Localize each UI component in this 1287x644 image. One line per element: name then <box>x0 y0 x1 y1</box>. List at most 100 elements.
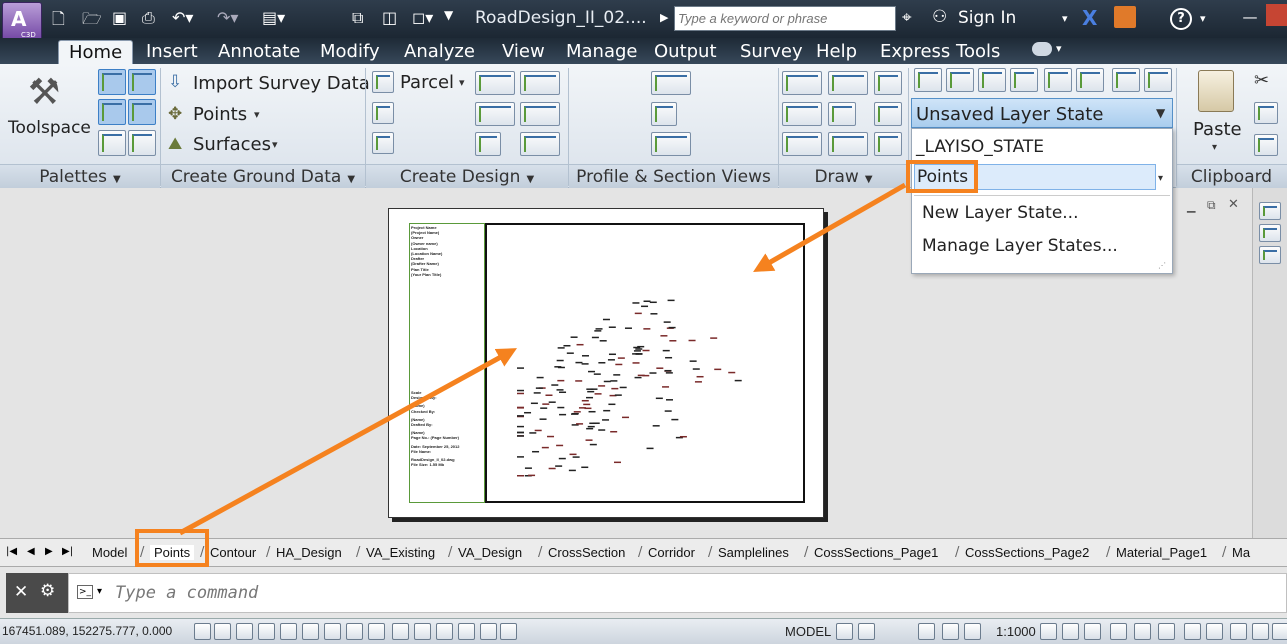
tab-annotate[interactable]: Annotate <box>208 40 310 64</box>
layer-state-item-layiso[interactable]: _LAYISO_STATE <box>916 137 1044 157</box>
status-toggle-icon[interactable] <box>1206 623 1223 640</box>
layout-tab-va_existing[interactable]: VA_Existing <box>366 545 435 560</box>
exchange-icon[interactable]: X <box>1082 6 1097 30</box>
zoom-icon[interactable] <box>1259 246 1281 264</box>
dropdown-scroll-icon[interactable]: ▾ <box>1158 173 1163 184</box>
layout-tab-cosssections_page2[interactable]: CossSections_Page2 <box>965 545 1089 560</box>
panel-menu-icon[interactable]: ▼ <box>347 174 355 185</box>
save-icon[interactable]: ▣ <box>112 8 127 27</box>
status-toggle-icon[interactable] <box>1252 623 1269 640</box>
status-toggle-icon[interactable] <box>1062 623 1079 640</box>
redo-icon[interactable]: ↷▾ <box>217 8 238 27</box>
close-partial-button[interactable] <box>1266 4 1287 26</box>
status-toggle-icon[interactable] <box>942 623 959 640</box>
viewport-close-icon[interactable]: ✕ <box>1228 197 1239 212</box>
layout-tab-contour[interactable]: Contour <box>210 545 256 560</box>
first-tab-icon[interactable]: |◀ <box>6 546 17 557</box>
sign-in-menu-icon[interactable]: ▾ <box>1062 12 1068 25</box>
surfaces-button[interactable]: Surfaces <box>193 134 271 155</box>
status-toggle-icon[interactable] <box>368 623 385 640</box>
title-expand-icon[interactable]: ▶ <box>660 11 668 24</box>
layout-tab-material_page1[interactable]: Material_Page1 <box>1116 545 1207 560</box>
status-toggle-icon[interactable] <box>836 623 853 640</box>
ribbon-options-icon[interactable]: ▾ <box>1056 42 1062 55</box>
import-survey-button[interactable]: Import Survey Data <box>193 73 370 94</box>
tab-output[interactable]: Output <box>644 40 727 64</box>
layer-lock-icon[interactable] <box>1044 68 1072 92</box>
layer-state-dropdown-icon[interactable]: ▼ <box>1156 106 1165 120</box>
surfaces-dropdown-icon[interactable]: ▾ <box>272 138 278 151</box>
status-toggle-icon[interactable] <box>1084 623 1101 640</box>
new-layer-state-action[interactable]: New Layer State... <box>922 203 1079 223</box>
paste-icon[interactable] <box>1198 70 1234 112</box>
command-history-icon[interactable]: ▾ <box>97 586 102 597</box>
feature-line-icon[interactable] <box>372 102 394 124</box>
grading-icon[interactable] <box>372 132 394 154</box>
layout-icon[interactable] <box>128 130 156 156</box>
qat-menu-icon[interactable]: ▼ <box>444 8 453 22</box>
binoculars-icon[interactable]: ⌖ <box>902 8 912 28</box>
sign-in-link[interactable]: Sign In <box>958 8 1016 28</box>
model-space-label[interactable]: MODEL <box>785 624 831 639</box>
status-toggle-icon[interactable] <box>1134 623 1151 640</box>
points-dropdown-icon[interactable]: ▾ <box>254 108 260 121</box>
status-toggle-icon[interactable] <box>392 623 409 640</box>
panel-menu-icon[interactable]: ▼ <box>113 174 121 185</box>
panel-menu-icon[interactable]: ▼ <box>865 174 873 185</box>
points-button[interactable]: Points <box>193 104 247 125</box>
close-command-icon[interactable]: ✕ <box>14 582 28 602</box>
help-menu-icon[interactable]: ▾ <box>1200 12 1206 25</box>
layer-state-combo[interactable]: Unsaved Layer State ▼ <box>911 98 1173 128</box>
select-icon[interactable]: ◻▾ <box>412 8 433 27</box>
settings-icon[interactable] <box>128 69 156 95</box>
status-toggle-icon[interactable] <box>258 623 275 640</box>
layout-tab-samplelines[interactable]: Samplelines <box>718 545 789 560</box>
prev-tab-icon[interactable]: ◀ <box>27 546 35 557</box>
cut-icon[interactable]: ✂ <box>1254 70 1269 91</box>
publish-icon[interactable]: ▤▾ <box>262 8 285 27</box>
status-toggle-icon[interactable] <box>214 623 231 640</box>
toolspace-icon[interactable]: ⚒ <box>28 72 60 113</box>
survey-icon[interactable] <box>98 99 126 125</box>
toolbox-icon[interactable] <box>128 99 156 125</box>
customize-icon[interactable]: ⚙ <box>40 581 55 601</box>
match-icon[interactable]: ⧉ <box>352 8 363 28</box>
line-icon[interactable] <box>782 71 822 95</box>
annotation-scale[interactable]: 1:1000 <box>996 624 1036 639</box>
print-icon[interactable]: ⎙ <box>142 8 155 28</box>
status-toggle-icon[interactable] <box>302 623 319 640</box>
status-toggle-icon[interactable] <box>436 623 453 640</box>
tab-home[interactable]: Home <box>58 40 134 64</box>
properties-icon[interactable] <box>98 130 126 156</box>
toolspace-button[interactable]: Toolspace <box>8 118 91 138</box>
tab-manage[interactable]: Manage <box>556 40 648 64</box>
command-input-box[interactable]: >_ ▾ Type a command <box>68 573 1287 613</box>
command-prompt-icon[interactable]: >_ <box>77 585 93 599</box>
new-icon[interactable]: 🗋 <box>52 8 65 35</box>
profile-icon[interactable] <box>475 102 515 126</box>
status-toggle-icon[interactable] <box>1158 623 1175 640</box>
status-toggle-icon[interactable] <box>480 623 497 640</box>
sample-lines-icon[interactable] <box>651 102 677 126</box>
status-toggle-icon[interactable] <box>194 623 211 640</box>
status-toggle-icon[interactable] <box>1272 623 1287 640</box>
layout-tab-model[interactable]: Model <box>92 545 127 560</box>
polyline-icon[interactable] <box>874 71 902 95</box>
tab-survey[interactable]: Survey <box>730 40 813 64</box>
layout-tab-corridor[interactable]: Corridor <box>648 545 695 560</box>
paste-button[interactable]: Paste <box>1193 119 1242 140</box>
tab-insert[interactable]: Insert <box>136 40 208 64</box>
hatch-icon[interactable] <box>782 102 822 126</box>
rectangle-icon[interactable] <box>874 102 902 126</box>
section-view-icon[interactable] <box>651 132 691 156</box>
match-properties-icon[interactable] <box>1254 134 1278 156</box>
circle-icon[interactable] <box>828 102 856 126</box>
resize-grip-icon[interactable]: ⋰ <box>1158 261 1166 270</box>
ellipse-icon[interactable] <box>828 132 868 156</box>
status-toggle-icon[interactable] <box>458 623 475 640</box>
status-toggle-icon[interactable] <box>918 623 935 640</box>
status-toggle-icon[interactable] <box>324 623 341 640</box>
status-toggle-icon[interactable] <box>280 623 297 640</box>
help-icon[interactable]: ? <box>1170 8 1192 30</box>
layout-tab-cosssections_page1[interactable]: CossSections_Page1 <box>814 545 938 560</box>
